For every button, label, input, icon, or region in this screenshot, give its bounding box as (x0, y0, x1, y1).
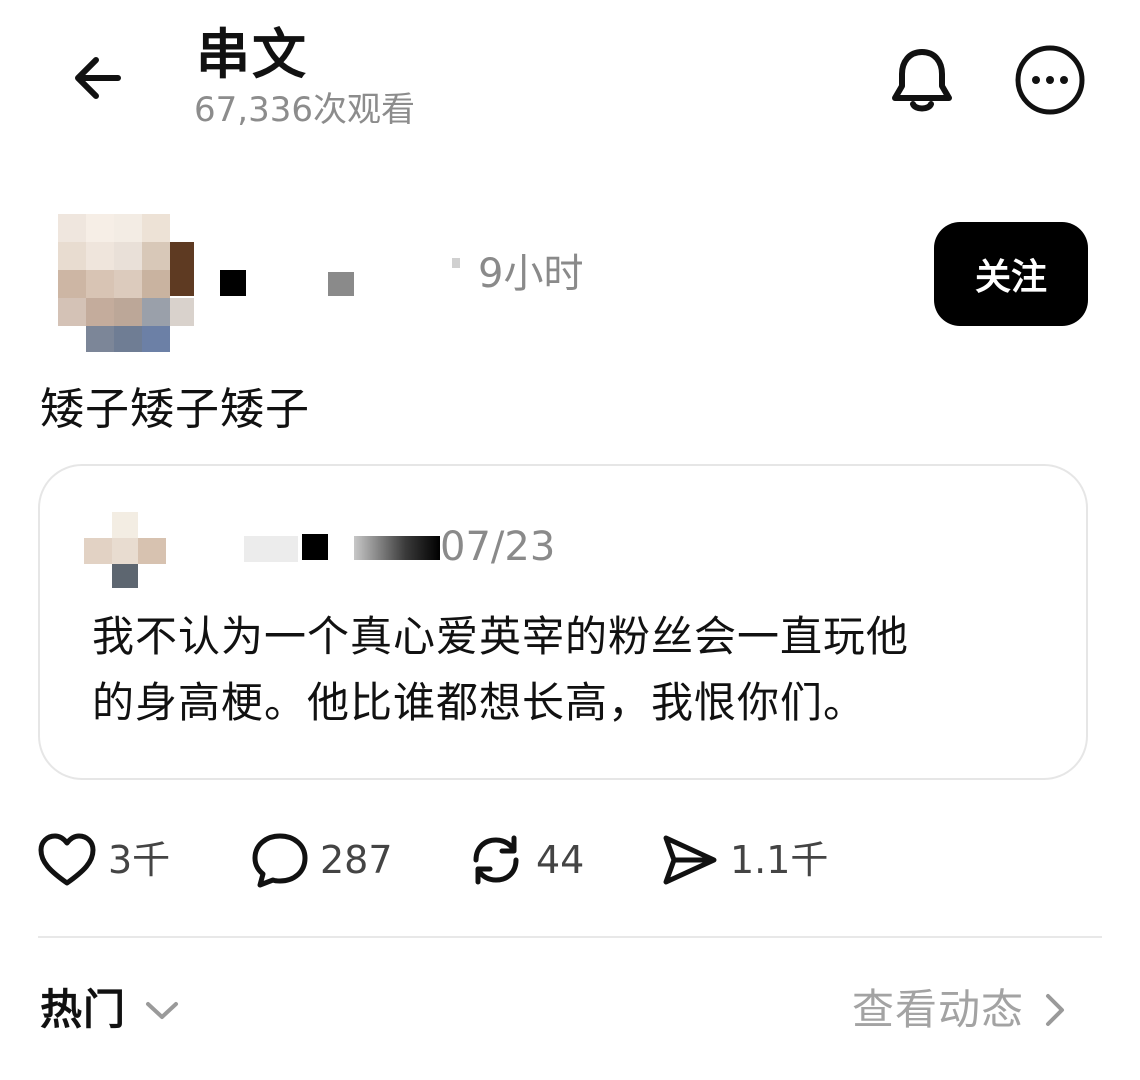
like-button[interactable]: 3千 (36, 828, 170, 892)
like-count: 3千 (108, 838, 171, 882)
quoted-post-text: 我不认为一个真心爱英宰的粉丝会一直玩他 的身高梗。他比谁都想长高，我恨你们。 (92, 604, 1052, 736)
more-icon (1015, 45, 1085, 115)
repost-icon (473, 835, 519, 885)
view-count: 67,336次观看 (194, 90, 415, 130)
quoted-post-date: 07/23 (440, 524, 556, 570)
notification-button[interactable] (880, 38, 964, 122)
back-arrow-icon (75, 57, 121, 99)
sort-label: 热门 (40, 985, 127, 1034)
bell-icon (892, 49, 952, 112)
view-activity-link[interactable]: 查看动态 (852, 980, 1072, 1040)
repost-count: 44 (536, 838, 585, 882)
chevron-down-icon (146, 1002, 179, 1019)
post-time: 9小时 (478, 251, 584, 297)
send-icon (663, 835, 717, 885)
back-button[interactable] (60, 40, 136, 116)
quoted-avatar (84, 512, 170, 588)
sort-dropdown[interactable]: 热门 (40, 980, 184, 1040)
chevron-right-icon (1046, 994, 1065, 1026)
comment-icon (252, 833, 308, 888)
follow-button[interactable]: 关注 (934, 222, 1088, 326)
reply-count: 287 (320, 838, 393, 882)
post-text: 矮子矮子矮子 (40, 384, 310, 435)
view-activity-label: 查看动态 (852, 985, 1025, 1034)
avatar[interactable] (54, 214, 196, 354)
author-name-redacted[interactable] (220, 258, 470, 298)
page-title: 串文 (196, 23, 308, 86)
share-button[interactable]: 1.1千 (660, 828, 828, 892)
quoted-author-redacted (244, 534, 440, 564)
quoted-text-line-1: 我不认为一个真心爱英宰的粉丝会一直玩他 (92, 612, 910, 661)
divider (38, 936, 1102, 938)
share-count: 1.1千 (730, 838, 829, 882)
heart-icon (38, 833, 96, 886)
more-options-button[interactable] (1008, 38, 1092, 122)
repost-button[interactable]: 44 (466, 828, 584, 892)
reply-button[interactable]: 287 (250, 828, 393, 892)
quoted-text-line-2: 的身高梗。他比谁都想长高，我恨你们。 (92, 678, 867, 727)
